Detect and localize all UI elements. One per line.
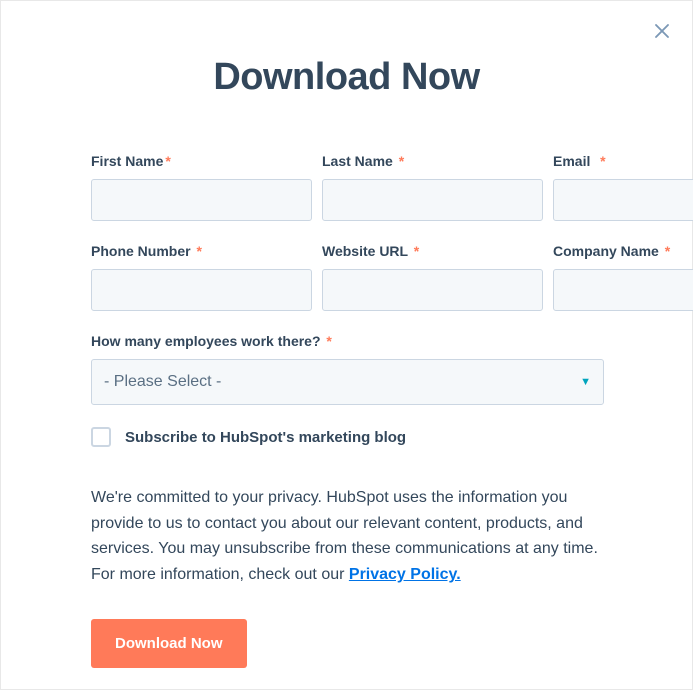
employees-label: How many employees work there? *	[91, 333, 604, 349]
modal-title: Download Now	[1, 56, 692, 99]
employees-selected: - Please Select -	[104, 373, 221, 391]
first-name-input[interactable]	[91, 179, 312, 221]
company-label: Company Name *	[553, 243, 693, 259]
email-label: Email *	[553, 153, 693, 169]
download-form: First Name* Last Name * Email * Pho	[91, 153, 604, 668]
chevron-down-icon: ▼	[580, 376, 591, 388]
phone-label: Phone Number *	[91, 243, 312, 259]
privacy-text: We're committed to your privacy. HubSpot…	[91, 485, 604, 587]
employees-select[interactable]: - Please Select - ▼	[91, 359, 604, 405]
subscribe-checkbox[interactable]	[91, 427, 111, 447]
close-button[interactable]	[650, 19, 674, 43]
close-icon	[653, 22, 671, 40]
last-name-label: Last Name *	[322, 153, 543, 169]
submit-button[interactable]: Download Now	[91, 619, 247, 668]
website-label: Website URL *	[322, 243, 543, 259]
email-input[interactable]	[553, 179, 693, 221]
first-name-label: First Name*	[91, 153, 312, 169]
download-modal: Download Now First Name* Last Name * Ema…	[0, 0, 693, 690]
phone-input[interactable]	[91, 269, 312, 311]
website-input[interactable]	[322, 269, 543, 311]
privacy-policy-link[interactable]: Privacy Policy.	[349, 566, 461, 583]
last-name-input[interactable]	[322, 179, 543, 221]
company-input[interactable]	[553, 269, 693, 311]
subscribe-label: Subscribe to HubSpot's marketing blog	[125, 429, 406, 446]
